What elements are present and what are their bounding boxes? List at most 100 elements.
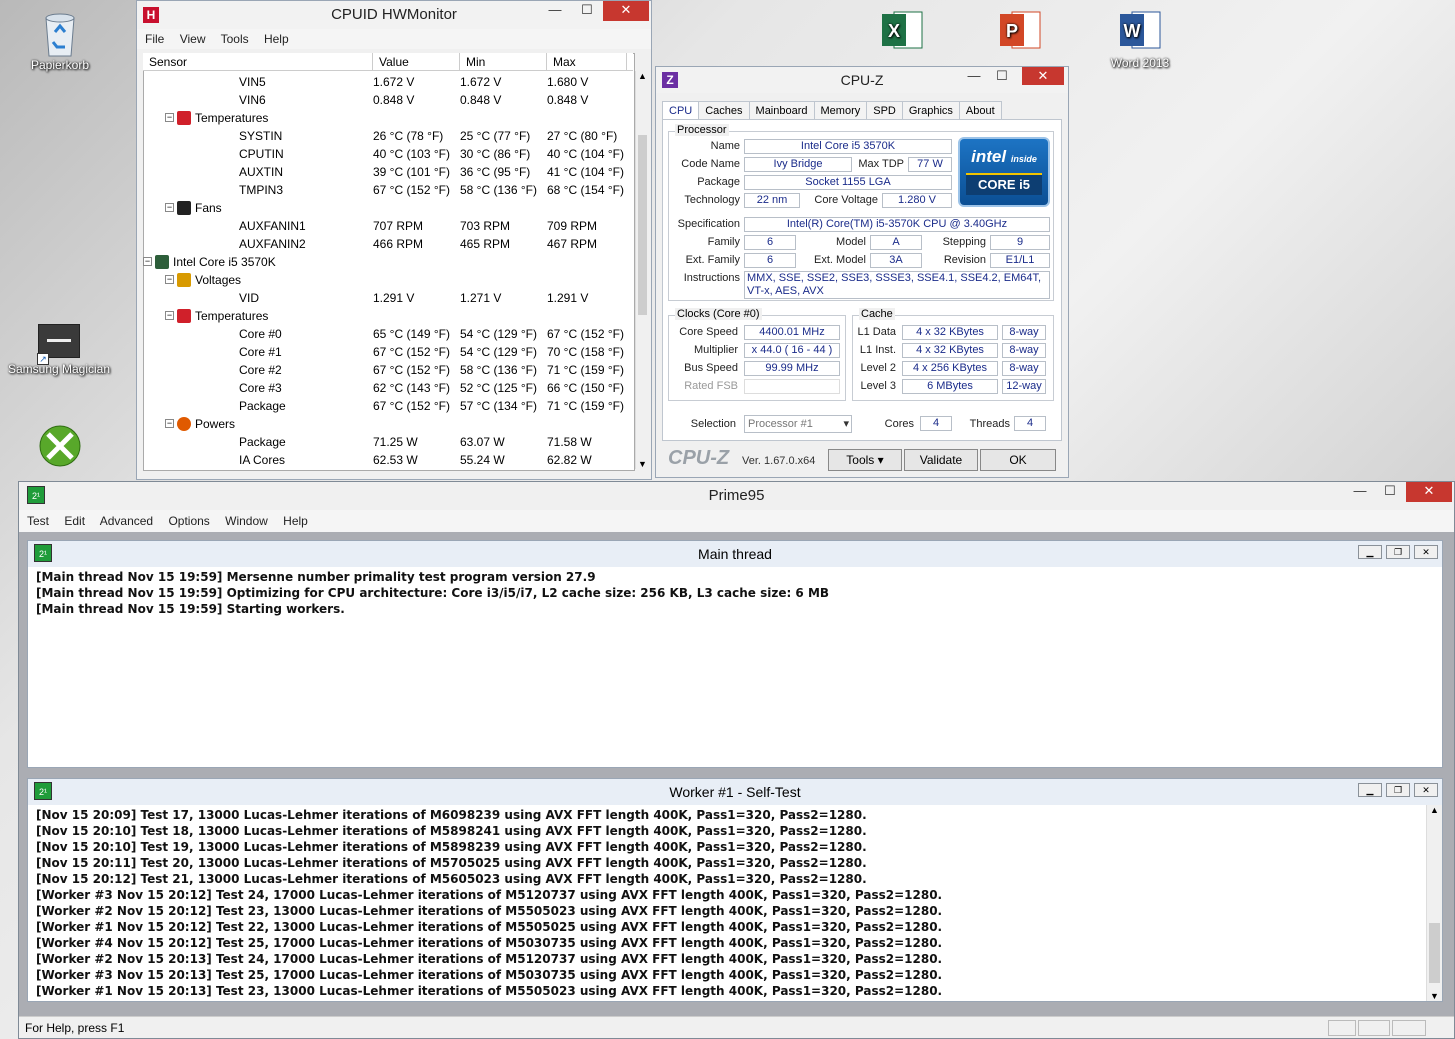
menu-view[interactable]: View [180, 32, 206, 46]
restore-button[interactable]: ❐ [1386, 783, 1410, 797]
tree-expander-icon[interactable]: − [165, 113, 174, 122]
sensor-row[interactable]: CPUTIN 40 °C (103 °F) 30 °C (86 °F) 40 °C (… [143, 145, 624, 163]
column-sensor[interactable]: Sensor [143, 53, 373, 70]
log-line: [Nov 15 20:12] Test 21, 13000 Lucas-Lehm… [36, 872, 867, 886]
tree-expander-icon[interactable]: − [165, 311, 174, 320]
sensor-row[interactable]: IA Cores 62.53 W 55.24 W 62.82 W [143, 451, 619, 469]
restore-button[interactable]: ❐ [1386, 545, 1410, 559]
menu-advanced[interactable]: Advanced [100, 514, 153, 528]
name-value: Intel Core i5 3570K [744, 139, 952, 154]
tree-expander-icon[interactable]: − [143, 257, 152, 266]
sensor-row[interactable]: Core #0 65 °C (149 °F) 54 °C (129 °F) 67 °C… [143, 325, 624, 343]
minimize-button[interactable]: — [1344, 482, 1376, 502]
sensor-row[interactable]: Core #3 62 °C (143 °F) 52 °C (125 °F) 66 °C… [143, 379, 624, 397]
maximize-button[interactable]: ☐ [986, 67, 1018, 87]
cache-size-value: 4 x 32 KBytes [902, 325, 998, 340]
worker-log-scrollbar[interactable]: ▲ ▼ [1426, 805, 1442, 1001]
corevoltage-label: Core Voltage [814, 194, 878, 206]
minimize-button[interactable]: — [539, 1, 571, 21]
sensor-row[interactable]: SYSTIN 26 °C (78 °F) 25 °C (77 °F) 27 °C (8… [143, 127, 619, 145]
close-button[interactable]: ✕ [603, 1, 649, 21]
tab-about[interactable]: About [958, 101, 1002, 119]
sensor-min: 63.07 W [460, 435, 505, 449]
sensor-row[interactable]: TMPIN3 67 °C (152 °F) 58 °C (136 °F) 68 °C … [143, 181, 624, 199]
sensor-row[interactable]: AUXTIN 39 °C (101 °F) 36 °C (95 °F) 41 °C (… [143, 163, 624, 181]
sensor-max: 467 RPM [547, 237, 598, 251]
tab-memory[interactable]: Memory [813, 101, 868, 119]
hwmonitor-scrollbar[interactable]: ▲ ▼ [635, 71, 649, 469]
column-min[interactable]: Min [460, 53, 547, 70]
minimize-button[interactable]: ▁ [1358, 783, 1382, 797]
menu-help[interactable]: Help [264, 32, 289, 46]
tab-mainboard[interactable]: Mainboard [748, 101, 815, 119]
desktop-icon-label: Word 2013 [1110, 56, 1170, 70]
sensor-min: 54 °C (129 °F) [460, 327, 537, 341]
menu-test[interactable]: Test [27, 514, 49, 528]
main-thread-titlebar[interactable]: 2¹ Main thread ▁ ❐ ✕ [28, 541, 1442, 567]
column-value[interactable]: Value [373, 53, 460, 70]
ok-button[interactable]: OK [980, 449, 1056, 471]
sensor-row[interactable]: − Fans [143, 199, 619, 217]
sensor-row[interactable]: VIN5 1.672 V 1.672 V 1.680 V [143, 73, 619, 91]
sensor-min: 25 °C (77 °F) [460, 129, 531, 143]
close-button[interactable]: ✕ [1022, 67, 1064, 85]
desktop-icon-xbox[interactable] [18, 424, 102, 474]
minimize-button[interactable]: ▁ [1358, 545, 1382, 559]
sensor-row[interactable]: Core #1 67 °C (152 °F) 54 °C (129 °F) 70 °C… [143, 343, 624, 361]
sensor-row[interactable]: Package 71.25 W 63.07 W 71.58 W [143, 433, 619, 451]
cpuz-titlebar[interactable]: Z CPU-Z — ☐ ✕ [656, 67, 1068, 93]
desktop-icon-samsung-magician[interactable]: ↗ Samsung Magician [2, 324, 116, 376]
close-button[interactable]: ✕ [1414, 545, 1438, 559]
sensor-value: 466 RPM [373, 237, 424, 251]
main-thread-log[interactable]: [Main thread Nov 15 19:59] Mersenne numb… [28, 567, 1442, 617]
desktop-icon-excel[interactable]: X [860, 8, 944, 64]
menu-tools[interactable]: Tools [221, 32, 249, 46]
tree-expander-icon[interactable]: − [165, 203, 174, 212]
sensor-max: 71.58 W [547, 435, 592, 449]
prime95-titlebar[interactable]: 2¹ Prime95 — ☐ ✕ [19, 482, 1454, 510]
sensor-name: Temperatures [195, 111, 269, 125]
desktop-icon-recycle-bin[interactable]: Papierkorb [18, 10, 102, 72]
tree-expander-icon[interactable]: − [165, 419, 174, 428]
cache-group-title: Cache [859, 308, 895, 320]
close-button[interactable]: ✕ [1414, 783, 1438, 797]
cores-label: Cores [884, 418, 914, 430]
close-button[interactable]: ✕ [1406, 482, 1452, 502]
menu-help[interactable]: Help [283, 514, 308, 528]
sensor-row[interactable]: VID 1.291 V 1.271 V 1.291 V [143, 289, 619, 307]
mdi-title: Worker #1 - Self-Test [669, 784, 801, 800]
maximize-button[interactable]: ☐ [571, 1, 603, 21]
sensor-row[interactable]: − Temperatures [143, 109, 619, 127]
menu-options[interactable]: Options [168, 514, 209, 528]
maximize-button[interactable]: ☐ [1374, 482, 1406, 502]
desktop-icon-powerpoint[interactable]: P [978, 8, 1062, 64]
menu-edit[interactable]: Edit [64, 514, 85, 528]
sensor-row[interactable]: Package 67 °C (152 °F) 57 °C (134 °F) 71 °C… [143, 397, 624, 415]
hwmonitor-titlebar[interactable]: H CPUID HWMonitor — ☐ ✕ [137, 1, 651, 29]
tools-button[interactable]: Tools ▾ [828, 449, 902, 471]
tab-spd[interactable]: SPD [866, 101, 903, 119]
sensor-row[interactable]: − Powers [143, 415, 619, 433]
worker-log[interactable]: [Nov 15 20:09] Test 17, 13000 Lucas-Lehm… [28, 805, 1442, 1001]
tab-graphics[interactable]: Graphics [901, 101, 960, 119]
rated-fsb-value [744, 379, 840, 394]
sensor-row[interactable]: − Temperatures [143, 307, 619, 325]
sensor-row[interactable]: AUXFANIN2 466 RPM 465 RPM 467 RPM [143, 235, 619, 253]
sensor-row[interactable]: − Voltages [143, 271, 619, 289]
svg-text:X: X [888, 21, 900, 41]
column-max[interactable]: Max [547, 53, 627, 70]
tab-cpu[interactable]: CPU [662, 101, 700, 119]
sensor-row[interactable]: − Intel Core i5 3570K [143, 253, 619, 271]
tree-expander-icon[interactable]: − [165, 275, 174, 284]
menu-file[interactable]: File [145, 32, 164, 46]
worker-titlebar[interactable]: 2¹ Worker #1 - Self-Test ▁ ❐ ✕ [28, 779, 1442, 805]
desktop-icon-word[interactable]: W Word 2013 [1098, 8, 1182, 70]
sensor-row[interactable]: AUXFANIN1 707 RPM 703 RPM 709 RPM [143, 217, 619, 235]
technology-label: Technology [684, 194, 740, 206]
menu-window[interactable]: Window [225, 514, 268, 528]
sensor-row[interactable]: VIN6 0.848 V 0.848 V 0.848 V [143, 91, 619, 109]
validate-button[interactable]: Validate [904, 449, 978, 471]
sensor-row[interactable]: Core #2 67 °C (152 °F) 58 °C (136 °F) 71 °C… [143, 361, 624, 379]
processor-select[interactable]: Processor #1 ▾ [744, 415, 852, 433]
tab-caches[interactable]: Caches [698, 101, 750, 119]
